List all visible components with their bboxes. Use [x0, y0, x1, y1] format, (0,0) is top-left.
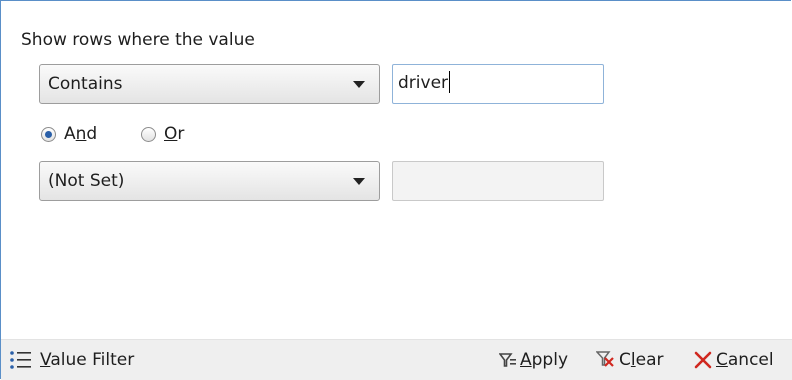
- apply-label-post: pply: [531, 350, 569, 370]
- condition2-operator-dropdown[interactable]: (Not Set): [39, 161, 380, 201]
- apply-button[interactable]: Apply: [499, 340, 568, 380]
- text-caret: [449, 71, 451, 93]
- clear-button[interactable]: Clear: [596, 340, 663, 380]
- clear-label: Clear: [619, 350, 663, 370]
- cancel-label: Cancel: [716, 350, 774, 370]
- funnel-apply-icon: [499, 353, 516, 367]
- cancel-access-key: C: [716, 350, 728, 370]
- value-filter-label-post: alue Filter: [50, 350, 135, 370]
- filter-footer-bar: Value Filter Apply Clear Cancel: [1, 339, 792, 380]
- or-radio-label: Or: [164, 124, 184, 144]
- condition1-value: driver: [398, 73, 449, 93]
- cancel-button[interactable]: Cancel: [694, 340, 774, 380]
- clear-label-pre: C: [619, 350, 631, 370]
- list-icon: [10, 351, 31, 369]
- cancel-label-post: ancel: [727, 350, 774, 370]
- condition1-value-input[interactable]: driver: [392, 64, 604, 104]
- or-radio[interactable]: Or: [141, 122, 184, 146]
- apply-access-key: A: [520, 350, 532, 370]
- funnel-clear-icon: [596, 351, 614, 367]
- condition2-value-input[interactable]: [392, 161, 604, 201]
- value-filter-label: Value Filter: [40, 350, 134, 370]
- apply-label: Apply: [520, 350, 568, 370]
- close-x-icon: [694, 351, 712, 369]
- and-radio[interactable]: And: [41, 122, 97, 146]
- clear-label-post: ear: [635, 350, 664, 370]
- condition1-value-text: driver: [398, 65, 451, 101]
- filter-prompt-label: Show rows where the value: [21, 30, 255, 50]
- and-label-access-key: n: [75, 124, 87, 144]
- chevron-down-icon: [353, 178, 365, 185]
- and-label-pre: A: [64, 124, 76, 144]
- and-radio-label: And: [64, 124, 97, 144]
- value-filter-mode-button[interactable]: Value Filter: [9, 340, 134, 380]
- or-label-post: r: [177, 124, 185, 144]
- value-filter-access-key: V: [40, 350, 51, 370]
- radio-unchecked-icon: [141, 126, 156, 142]
- or-label-access-key: O: [164, 124, 178, 144]
- filter-panel: Show rows where the value Contains drive…: [0, 0, 792, 380]
- condition1-operator-value: Contains: [48, 74, 123, 94]
- chevron-down-icon: [353, 81, 365, 88]
- and-label-post: d: [86, 124, 98, 144]
- radio-checked-icon: [41, 126, 56, 142]
- condition2-operator-value: (Not Set): [48, 171, 125, 191]
- condition1-operator-dropdown[interactable]: Contains: [39, 64, 380, 104]
